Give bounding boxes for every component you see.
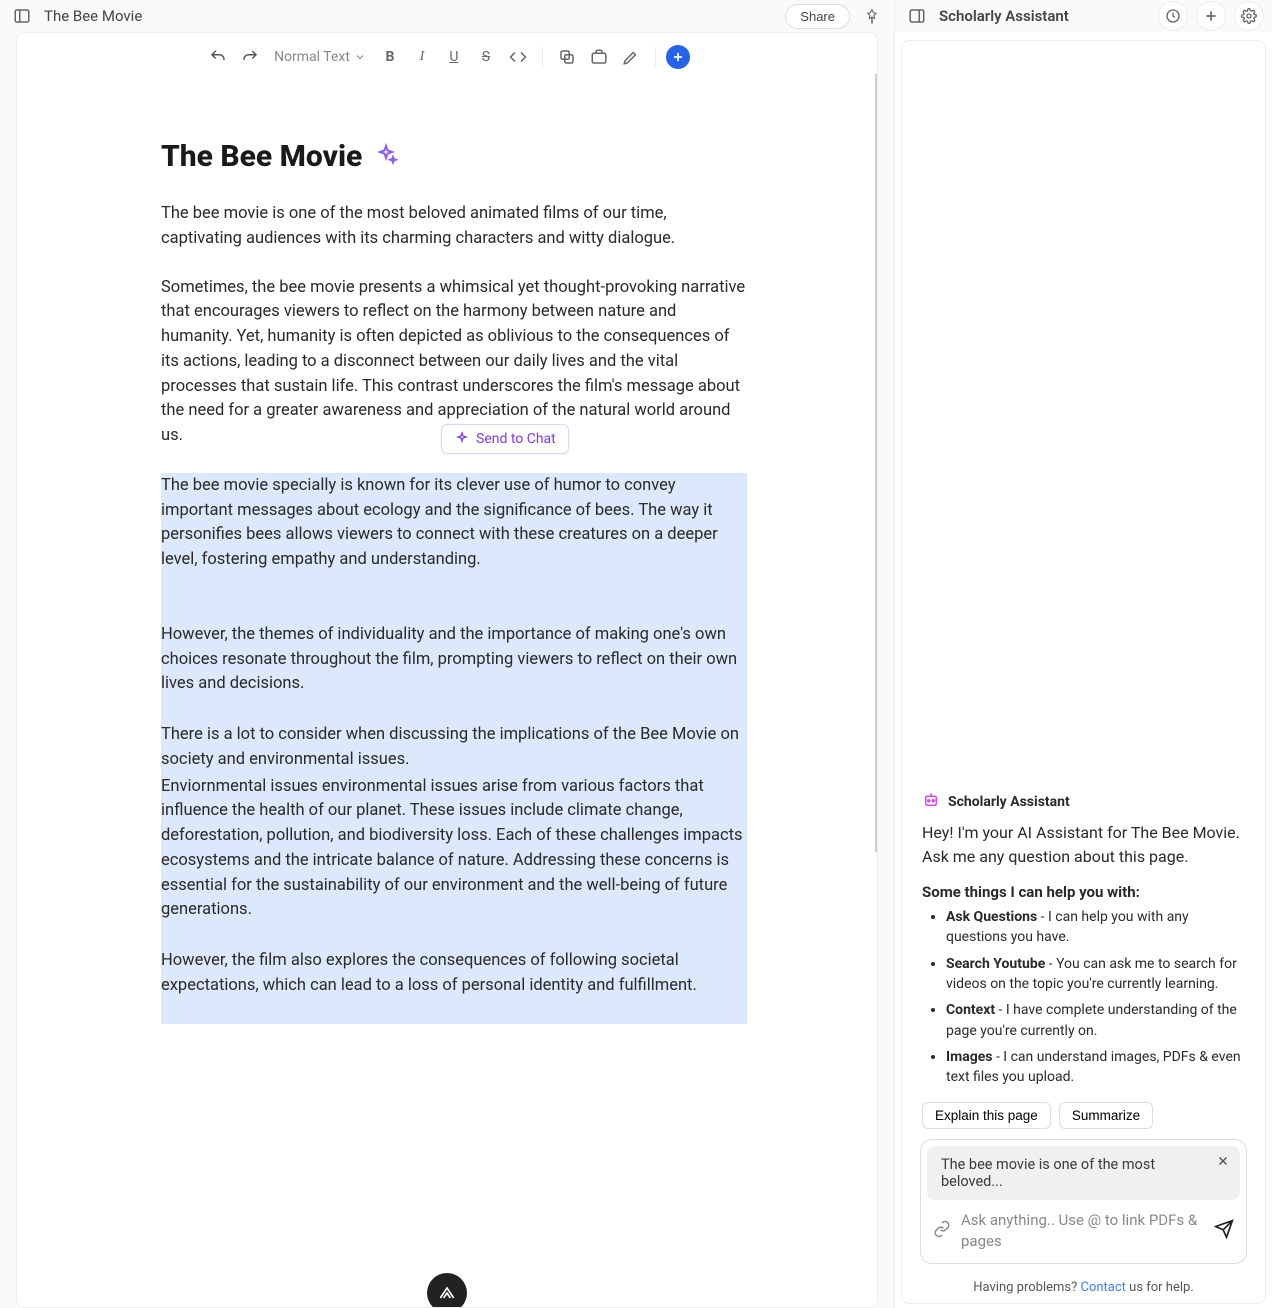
highlight-button[interactable] xyxy=(617,43,645,71)
add-button[interactable] xyxy=(666,45,690,69)
doc-topbar: The Bee Movie Share xyxy=(0,0,894,32)
send-to-chat-button[interactable]: Send to Chat xyxy=(441,424,569,454)
paragraph-selected: There is a lot to consider when discussi… xyxy=(161,722,747,774)
paragraph-selected: However, the film also explores the cons… xyxy=(161,948,747,1000)
pin-icon[interactable] xyxy=(858,2,886,30)
paragraph-selected: The bee movie specially is known for its… xyxy=(161,473,747,574)
assistant-avatar-icon xyxy=(922,791,940,813)
redo-button[interactable] xyxy=(236,43,264,71)
settings-button[interactable] xyxy=(1234,1,1264,31)
assistant-topbar: Scholarly Assistant xyxy=(895,0,1272,32)
selection-spacer xyxy=(161,598,747,622)
assistant-title: Scholarly Assistant xyxy=(939,7,1150,25)
close-icon[interactable] xyxy=(1216,1154,1230,1172)
selection-spacer xyxy=(161,1000,747,1024)
list-item: Context - I have complete understanding … xyxy=(946,1000,1245,1041)
new-chat-button[interactable] xyxy=(1196,1,1226,31)
strikethrough-button[interactable]: S xyxy=(472,43,500,71)
briefcase-button[interactable] xyxy=(585,43,613,71)
text-style-dropdown[interactable]: Normal Text xyxy=(268,49,372,65)
history-button[interactable] xyxy=(1158,1,1188,31)
chat-input-field[interactable]: Ask anything.. Use @ to link PDFs & page… xyxy=(961,1210,1204,1254)
selection-spacer xyxy=(161,698,747,722)
list-item: Search Youtube - You can ask me to searc… xyxy=(946,954,1245,995)
link-icon[interactable] xyxy=(933,1220,951,1242)
document-card: Normal Text B I U S xyxy=(16,32,878,1308)
share-button[interactable]: Share xyxy=(785,4,850,29)
summarize-chip[interactable]: Summarize xyxy=(1059,1102,1153,1129)
undo-button[interactable] xyxy=(204,43,232,71)
doc-title-header: The Bee Movie xyxy=(44,7,777,25)
paragraph-selected: However, the themes of individuality and… xyxy=(161,622,747,698)
assistant-greeting: Hey! I'm your AI Assistant for The Bee M… xyxy=(922,821,1245,869)
paragraph: The bee movie is one of the most beloved… xyxy=(161,202,747,252)
selection-spacer xyxy=(161,924,747,948)
page-title: The Bee Movie xyxy=(161,139,362,174)
bold-button[interactable]: B xyxy=(376,43,404,71)
assistant-panel: Scholarly Assistant Hey! I'm your AI Ass… xyxy=(901,40,1266,1304)
assistant-name: Scholarly Assistant xyxy=(948,794,1070,810)
quoted-context: The bee movie is one of the most beloved… xyxy=(927,1146,1240,1200)
list-item: Ask Questions - I can help you with any … xyxy=(946,907,1245,948)
code-button[interactable] xyxy=(504,43,532,71)
sparkle-icon[interactable] xyxy=(374,143,398,171)
copy-button[interactable] xyxy=(553,43,581,71)
text-style-label: Normal Text xyxy=(274,49,350,65)
chat-input: The bee movie is one of the most beloved… xyxy=(920,1139,1247,1265)
selection-spacer xyxy=(161,574,747,598)
document-body[interactable]: The Bee Movie The bee movie is one of th… xyxy=(17,79,877,1307)
editor-toolbar: Normal Text B I U S xyxy=(17,33,877,79)
send-icon[interactable] xyxy=(1214,1219,1234,1243)
footer-note: Having problems? Contact us for help. xyxy=(912,1274,1255,1303)
underline-button[interactable]: U xyxy=(440,43,468,71)
list-item: Images - I can understand images, PDFs &… xyxy=(946,1047,1245,1088)
italic-button[interactable]: I xyxy=(408,43,436,71)
paragraph: Sometimes, the bee movie presents a whim… xyxy=(161,276,747,449)
panel-toggle-icon[interactable] xyxy=(8,2,36,30)
quoted-text: The bee movie is one of the most beloved… xyxy=(941,1156,1155,1190)
contact-link[interactable]: Contact xyxy=(1080,1280,1125,1295)
bottom-fab[interactable] xyxy=(427,1273,467,1308)
assistant-help-heading: Some things I can help you with: xyxy=(922,883,1245,901)
explain-chip[interactable]: Explain this page xyxy=(922,1102,1051,1129)
assistant-help-list: Ask Questions - I can help you with any … xyxy=(922,907,1245,1087)
send-to-chat-label: Send to Chat xyxy=(476,431,556,447)
panel-toggle-right-icon[interactable] xyxy=(903,2,931,30)
paragraph-selected: Enviornmental issues environmental issue… xyxy=(161,774,747,925)
